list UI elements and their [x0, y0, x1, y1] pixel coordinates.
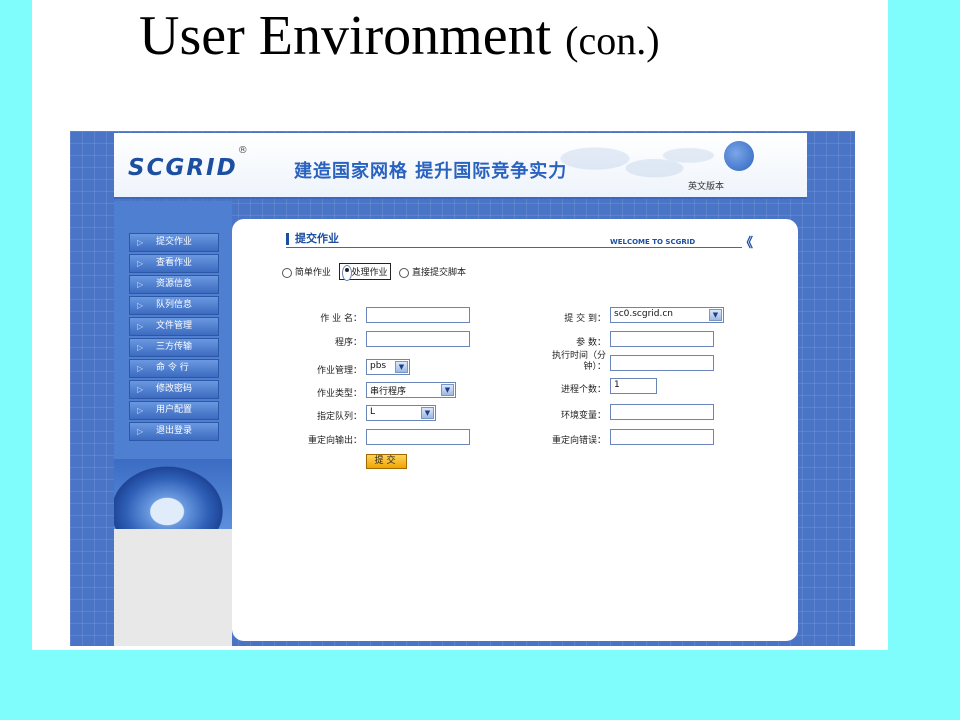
registered-mark: ® — [237, 145, 250, 156]
sidebar-item-label: 提交作业 — [156, 237, 193, 247]
submit-to-value: sc0.scgrid.cn — [614, 309, 674, 319]
slide-title-suffix: (con.) — [565, 18, 660, 63]
sidebar-item-change-password[interactable]: ▷ 修改密码 — [129, 380, 219, 399]
chevron-down-icon[interactable]: ▼ — [441, 384, 454, 396]
collapse-chevron-icon[interactable]: 《 — [740, 232, 753, 251]
english-version-link[interactable]: 英文版本 — [688, 179, 724, 192]
radio-button[interactable] — [282, 267, 292, 278]
sidebar-item-queue-info[interactable]: ▷ 队列信息 — [129, 296, 219, 315]
redirect-output-input[interactable] — [366, 429, 470, 445]
params-input[interactable] — [610, 331, 714, 347]
process-count-input[interactable]: 1 — [610, 378, 657, 394]
sidebar-item-label: 退出登录 — [156, 426, 193, 436]
submit-button[interactable]: 提交 — [366, 454, 407, 469]
arrow-icon: ▷ — [137, 259, 144, 268]
job-kind-select[interactable]: 串行程序 ▼ — [366, 382, 456, 398]
queue-label: 指定队列： — [316, 412, 362, 422]
job-kind-label: 作业类型： — [316, 389, 362, 399]
env-vars-input[interactable] — [610, 404, 714, 420]
queue-select[interactable]: L ▼ — [366, 405, 436, 421]
panel-title: 提交作业 — [286, 233, 339, 245]
globe-image — [114, 459, 232, 529]
exec-time-input[interactable] — [610, 355, 714, 371]
slide-title-main: User Environment — [139, 5, 552, 67]
exec-time-label: 执行时间（分 钟）： — [522, 351, 606, 373]
sidebar-item-view-jobs[interactable]: ▷ 查看作业 — [129, 254, 219, 273]
sidebar-item-third-party-transfer[interactable]: ▷ 三方传输 — [129, 338, 219, 357]
program-label: 程序： — [334, 338, 362, 348]
sidebar-item-logout[interactable]: ▷ 退出登录 — [129, 422, 219, 441]
process-count-label: 进程个数： — [560, 385, 606, 395]
chevron-down-icon[interactable]: ▼ — [395, 361, 408, 373]
arrow-icon: ▷ — [137, 427, 144, 436]
job-name-input[interactable] — [366, 307, 470, 323]
sidebar-footer — [114, 529, 232, 646]
slide: User Environment (con.) SCGRID ® 建造国家网格 … — [32, 0, 888, 650]
queue-value: L — [370, 407, 376, 417]
sidebar-item-resource-info[interactable]: ▷ 资源信息 — [129, 275, 219, 294]
slide-title: User Environment (con.) — [139, 4, 660, 68]
radio-label: 直接提交脚本 — [411, 268, 466, 278]
submit-to-label: 提 交 到： — [564, 314, 606, 324]
arrow-icon: ▷ — [137, 301, 144, 310]
arrow-icon: ▷ — [137, 385, 144, 394]
sidebar-item-label: 修改密码 — [156, 384, 193, 394]
globe-icon — [724, 141, 754, 171]
radio-batch-job[interactable]: 批处理作业 — [339, 263, 391, 281]
chevron-down-icon[interactable]: ▼ — [709, 309, 722, 321]
sidebar-item-label: 用户配置 — [156, 405, 193, 415]
sidebar: ▷ 提交作业 ▷ 查看作业 ▷ 资源信息 ▷ 队列信息 ▷ 文件管理 ▷ 三方传输 ▷ 命 令… — [114, 201, 232, 646]
program-input[interactable] — [366, 331, 470, 347]
main-panel: 提交作业 WELCOME TO SCGRID 《 简单作业 批处理作业 直接提交… — [232, 219, 798, 641]
radio-button[interactable] — [399, 267, 410, 278]
slogan: 建造国家网格 提升国际竞争实力 — [294, 161, 568, 182]
job-type-radio-group: 简单作业 批处理作业 直接提交脚本 — [282, 263, 466, 281]
sidebar-item-command-line[interactable]: ▷ 命 令 行 — [129, 359, 219, 378]
params-label: 参 数： — [576, 338, 606, 348]
arrow-icon: ▷ — [137, 280, 144, 289]
sidebar-nav: ▷ 提交作业 ▷ 查看作业 ▷ 资源信息 ▷ 队列信息 ▷ 文件管理 ▷ 三方传输 ▷ 命 令… — [129, 233, 219, 443]
job-manager-select[interactable]: pbs ▼ — [366, 359, 410, 375]
title-divider — [286, 247, 742, 248]
submit-to-select[interactable]: sc0.scgrid.cn ▼ — [610, 307, 724, 323]
sidebar-item-label: 文件管理 — [156, 321, 193, 331]
sidebar-item-submit-job[interactable]: ▷ 提交作业 — [129, 233, 219, 252]
arrow-icon: ▷ — [137, 343, 144, 352]
redirect-error-input[interactable] — [610, 429, 714, 445]
sidebar-item-label: 队列信息 — [156, 300, 193, 310]
exec-time-label-line1: 执行时间（分 — [551, 351, 606, 361]
arrow-icon: ▷ — [137, 322, 144, 331]
arrow-icon: ▷ — [137, 238, 144, 247]
arrow-icon: ▷ — [137, 364, 144, 373]
logo-text: SCGRID — [128, 155, 238, 181]
radio-direct-script[interactable]: 直接提交脚本 — [399, 265, 466, 278]
job-kind-value: 串行程序 — [370, 387, 407, 397]
header-banner: SCGRID ® 建造国家网格 提升国际竞争实力 英文版本 — [114, 133, 807, 199]
radio-button-selected[interactable] — [342, 265, 353, 281]
radio-label: 简单作业 — [294, 268, 331, 278]
radio-simple-job[interactable]: 简单作业 — [282, 265, 331, 278]
sidebar-item-label: 三方传输 — [156, 342, 193, 352]
redirect-output-label: 重定向输出： — [307, 436, 362, 446]
scgrid-logo[interactable]: SCGRID ® — [128, 145, 248, 181]
welcome-text: WELCOME TO SCGRID — [610, 238, 696, 246]
exec-time-label-line2: 钟）： — [583, 362, 606, 372]
job-manager-value: pbs — [370, 361, 387, 371]
sidebar-item-file-manager[interactable]: ▷ 文件管理 — [129, 317, 219, 336]
env-vars-label: 环境变量： — [560, 411, 606, 421]
job-name-label: 作 业 名： — [320, 314, 362, 324]
arrow-icon: ▷ — [137, 406, 144, 415]
sidebar-item-user-config[interactable]: ▷ 用户配置 — [129, 401, 219, 420]
chevron-down-icon[interactable]: ▼ — [421, 407, 434, 419]
process-count-value: 1 — [614, 380, 620, 390]
job-manager-label: 作业管理： — [316, 366, 362, 376]
sidebar-item-label: 资源信息 — [156, 279, 193, 289]
sidebar-item-label: 命 令 行 — [156, 363, 189, 373]
portal-screenshot: SCGRID ® 建造国家网格 提升国际竞争实力 英文版本 ▷ 提交作业 ▷ 查看作… — [70, 131, 855, 646]
sidebar-item-label: 查看作业 — [156, 258, 193, 268]
redirect-error-label: 重定向错误： — [551, 436, 606, 446]
